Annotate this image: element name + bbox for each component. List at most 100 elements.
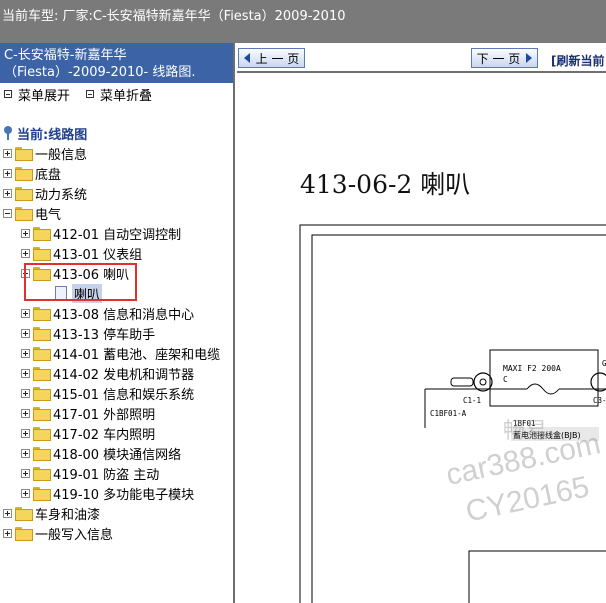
expand-plus-icon[interactable] [21,468,30,478]
tree-item-label[interactable]: 414-01 蓄电池、座架和电缆 [53,344,220,363]
connector-c-label: C [503,375,508,384]
tree-item-419-10[interactable]: 419-10 多功能电子模块 [21,484,194,503]
connector-c1-terminal [473,372,493,392]
tree-item-413-08[interactable]: 413-08 信息和消息中心 [21,304,194,323]
folder-icon [33,326,51,341]
diagram-title: 413-06-2 喇叭 [300,170,471,199]
collapse-minus-icon[interactable] [3,208,12,218]
expand-all-link[interactable]: 菜单展开 [18,85,70,104]
tree-item-413-13[interactable]: 413-13 停车助手 [21,324,155,343]
menu-controls: 菜单展开 菜单折叠 [0,83,233,105]
expand-plus-icon[interactable] [3,508,12,518]
tree-item-label[interactable]: 一般信息 [35,144,87,163]
tree-item-414-01[interactable]: 414-01 蓄电池、座架和电缆 [21,344,220,363]
refresh-current-link[interactable]: [刷新当前 [551,52,605,69]
tree-item-general-written-info[interactable]: 一般写入信息 [3,524,113,543]
folder-icon [15,506,33,521]
next-page-label: 下 一 页 [476,51,521,66]
folder-icon [33,226,51,241]
left-panel: C-长安福特-新嘉年华（Fiesta）-2009-2010- 线路图. 菜单展开… [0,43,235,603]
tree-item-label[interactable]: 412-01 自动空调控制 [53,224,181,243]
tree-item-label[interactable]: 419-01 防盗 主动 [53,464,159,483]
c1-1-label: C1-1 [463,396,481,405]
highlight-annotation [24,263,137,301]
tree-item-label[interactable]: 413-01 仪表组 [53,244,142,263]
folder-icon [33,386,51,401]
tree-item-417-02[interactable]: 417-02 车内照明 [21,424,155,443]
tree-item-label[interactable]: 413-13 停车助手 [53,324,155,343]
tree-item-label[interactable]: 车身和油漆 [35,504,100,523]
top-bar: 当前车型: 厂家:C-长安福特新嘉年华（Fiesta）2009-2010 [0,0,606,43]
expand-plus-icon[interactable] [21,248,30,258]
tree-item-label[interactable]: 动力系统 [35,184,87,203]
previous-page-label: 上 一 页 [255,51,300,66]
expand-plus-icon[interactable] [21,408,30,418]
expand-plus-icon[interactable] [21,488,30,498]
location-pin-icon [2,126,14,140]
tree-item-413-01[interactable]: 413-01 仪表组 [21,244,142,263]
next-page-button[interactable]: 下 一 页 [471,48,538,68]
folder-icon [15,146,33,161]
tree-item-label[interactable]: 415-01 信息和娱乐系统 [53,384,194,403]
tree-item-label[interactable]: 417-02 车内照明 [53,424,155,443]
tree-item-419-01[interactable]: 419-01 防盗 主动 [21,464,159,483]
tree-item-electrical[interactable]: 电气 [3,204,61,223]
tree-item-label[interactable]: 418-00 模块通信网络 [53,444,181,463]
tree-item-label[interactable]: 414-02 发电机和调节器 [53,364,194,383]
expand-plus-icon[interactable] [21,328,30,338]
content-panel: 上 一 页 下 一 页 [刷新当前 413-06-2 喇叭 MAXI F2 20… [237,43,606,603]
tree-item-label[interactable]: 419-10 多功能电子模块 [53,484,194,503]
tree-item-powertrain[interactable]: 动力系统 [3,184,87,203]
lower-component-frame [468,550,606,603]
expand-plus-icon[interactable] [21,448,30,458]
collapse-all-link[interactable]: 菜单折叠 [100,85,152,104]
tree-item-label[interactable]: 底盘 [35,164,61,183]
c1bf01-label: C1BF01-A [430,409,467,418]
tree-item-label[interactable]: 417-01 外部照明 [53,404,155,423]
folder-icon [33,486,51,501]
folder-icon [15,186,33,201]
wiring-diagram: MAXI F2 200A C C1-1 C1BF01-A C3- G 1BF01… [299,224,606,603]
connector-c1-body [450,377,474,387]
tree-current-label: 当前:线路图 [17,127,88,143]
folder-icon [15,166,33,181]
expand-plus-icon[interactable] [21,228,30,238]
tree-item-general-info[interactable]: 一般信息 [3,144,87,163]
expand-plus-icon[interactable] [21,368,30,378]
folder-icon [33,466,51,481]
tree-current: 当前:线路图 [2,124,88,143]
expand-plus-icon[interactable] [3,528,12,538]
tree-item-label[interactable]: 一般写入信息 [35,524,113,543]
tree-item-415-01[interactable]: 415-01 信息和娱乐系统 [21,384,194,403]
tree-item-label[interactable]: 413-08 信息和消息中心 [53,304,194,323]
collapse-all-icon[interactable] [86,90,95,98]
expand-plus-icon[interactable] [21,308,30,318]
expand-plus-icon[interactable] [21,348,30,358]
folder-icon [33,346,51,361]
folder-icon [33,426,51,441]
expand-plus-icon[interactable] [3,188,12,198]
expand-plus-icon[interactable] [3,148,12,158]
expand-plus-icon[interactable] [21,388,30,398]
tree-item-label[interactable]: 电气 [35,204,61,223]
tree-item-412-01[interactable]: 412-01 自动空调控制 [21,224,181,243]
tree-item-chassis[interactable]: 底盘 [3,164,61,183]
expand-plus-icon[interactable] [3,168,12,178]
left-panel-title: C-长安福特-新嘉年华（Fiesta）-2009-2010- 线路图. [0,43,233,83]
folder-icon [33,366,51,381]
tree-item-418-00[interactable]: 418-00 模块通信网络 [21,444,181,463]
folder-icon [33,306,51,321]
expand-plus-icon[interactable] [21,428,30,438]
expand-all-icon[interactable] [4,90,12,98]
tree-item-417-01[interactable]: 417-01 外部照明 [21,404,155,423]
folder-icon [33,446,51,461]
c3-label: C3- [593,396,606,405]
fuse-symbol [526,383,560,395]
arrow-left-icon [243,53,250,63]
tree-item-body-paint[interactable]: 车身和油漆 [3,504,100,523]
folder-icon [33,246,51,261]
tree-item-414-02[interactable]: 414-02 发电机和调节器 [21,364,194,383]
previous-page-button[interactable]: 上 一 页 [238,48,305,68]
arrow-right-icon [526,53,533,63]
page-toolbar: 上 一 页 下 一 页 [刷新当前 [237,43,606,73]
